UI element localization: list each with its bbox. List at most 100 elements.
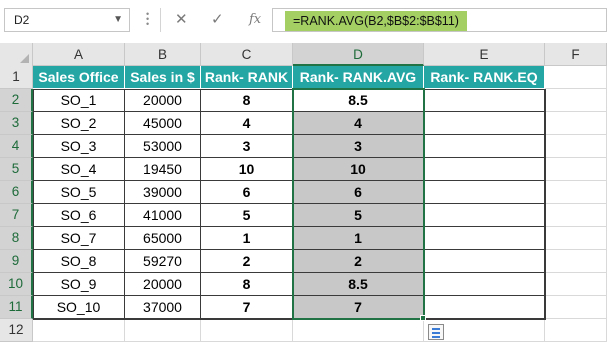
- table-header-cell[interactable]: Sales in $: [125, 66, 201, 89]
- fill-handle[interactable]: [420, 315, 426, 321]
- grid-cell[interactable]: [201, 319, 293, 342]
- table-cell[interactable]: [424, 89, 545, 112]
- table-cell[interactable]: [424, 250, 545, 273]
- row-header-11[interactable]: 11: [0, 296, 33, 319]
- table-cell[interactable]: SO_10: [33, 296, 125, 319]
- row-header-10[interactable]: 10: [0, 273, 33, 296]
- enter-icon[interactable]: ✓: [211, 10, 224, 30]
- table-cell[interactable]: 45000: [125, 112, 201, 135]
- grid-cell[interactable]: [545, 89, 607, 112]
- grid-cell[interactable]: [545, 135, 607, 158]
- table-cell[interactable]: SO_8: [33, 250, 125, 273]
- grid-cell[interactable]: [545, 112, 607, 135]
- table-cell[interactable]: SO_9: [33, 273, 125, 296]
- table-cell[interactable]: 8.5: [293, 273, 424, 296]
- table-cell[interactable]: 3: [293, 135, 424, 158]
- table-cell[interactable]: SO_5: [33, 181, 125, 204]
- insert-function-icon[interactable]: fx: [249, 10, 261, 30]
- grid-cell[interactable]: [545, 296, 607, 319]
- row-header-9[interactable]: 9: [0, 250, 33, 273]
- table-cell[interactable]: 53000: [125, 135, 201, 158]
- table-cell[interactable]: 5: [201, 204, 293, 227]
- table-cell[interactable]: 65000: [125, 227, 201, 250]
- table-cell[interactable]: [424, 273, 545, 296]
- quick-analysis-button[interactable]: [428, 324, 444, 340]
- grid-cell[interactable]: [545, 227, 607, 250]
- table-cell[interactable]: 4: [201, 112, 293, 135]
- column-header-b[interactable]: B: [125, 43, 201, 66]
- table-cell[interactable]: SO_2: [33, 112, 125, 135]
- table-cell[interactable]: 8: [201, 273, 293, 296]
- table-cell[interactable]: 4: [293, 112, 424, 135]
- table-cell[interactable]: 59270: [125, 250, 201, 273]
- formula-bar: D2 ▼ • • • ✕ ✓ fx =RANK.AVG(B2,$B$2:$B$11): [0, 0, 607, 40]
- grid-cell[interactable]: [545, 158, 607, 181]
- table-cell[interactable]: 7: [201, 296, 293, 319]
- table-cell[interactable]: 20000: [125, 89, 201, 112]
- table-cell[interactable]: 1: [293, 227, 424, 250]
- row-header-12[interactable]: 12: [0, 319, 33, 342]
- table-cell[interactable]: SO_7: [33, 227, 125, 250]
- column-header-a[interactable]: A: [33, 43, 125, 66]
- table-cell[interactable]: [424, 112, 545, 135]
- table-cell[interactable]: 6: [293, 181, 424, 204]
- table-cell[interactable]: SO_3: [33, 135, 125, 158]
- table-header-cell[interactable]: Rank- RANK.EQ: [424, 66, 545, 89]
- grid-cell[interactable]: [545, 204, 607, 227]
- table-header-cell[interactable]: Rank- RANK: [201, 66, 293, 89]
- table-cell[interactable]: [424, 158, 545, 181]
- cancel-icon[interactable]: ✕: [175, 10, 188, 30]
- row-header-2[interactable]: 2: [0, 89, 33, 112]
- drag-handle-icon[interactable]: • • •: [146, 10, 150, 29]
- table-cell[interactable]: 8.5: [293, 89, 424, 112]
- column-header-f[interactable]: F: [545, 43, 607, 66]
- table-cell[interactable]: 7: [293, 296, 424, 319]
- grid-cell[interactable]: [545, 273, 607, 296]
- table-cell[interactable]: 2: [201, 250, 293, 273]
- table-cell[interactable]: 10: [293, 158, 424, 181]
- column-header-c[interactable]: C: [201, 43, 293, 66]
- grid-cell[interactable]: [545, 181, 607, 204]
- row-header-8[interactable]: 8: [0, 227, 33, 250]
- grid-cell[interactable]: [293, 319, 424, 342]
- row-header-7[interactable]: 7: [0, 204, 33, 227]
- table-cell[interactable]: 6: [201, 181, 293, 204]
- table-cell[interactable]: 41000: [125, 204, 201, 227]
- table-cell[interactable]: 10: [201, 158, 293, 181]
- column-header-e[interactable]: E: [424, 43, 545, 66]
- table-cell[interactable]: [424, 204, 545, 227]
- row-header-6[interactable]: 6: [0, 181, 33, 204]
- table-cell[interactable]: [424, 296, 545, 319]
- row-header-1[interactable]: 1: [0, 66, 33, 89]
- table-cell[interactable]: 1: [201, 227, 293, 250]
- select-all-button[interactable]: [0, 43, 33, 66]
- row-header-3[interactable]: 3: [0, 112, 33, 135]
- table-cell[interactable]: SO_1: [33, 89, 125, 112]
- table-header-cell[interactable]: Sales Office: [33, 66, 125, 89]
- grid-cell[interactable]: [545, 250, 607, 273]
- table-cell[interactable]: 19450: [125, 158, 201, 181]
- table-cell[interactable]: 37000: [125, 296, 201, 319]
- table-header-cell[interactable]: Rank- RANK.AVG: [293, 66, 424, 89]
- table-cell[interactable]: [424, 181, 545, 204]
- table-cell[interactable]: 2: [293, 250, 424, 273]
- table-cell[interactable]: 39000: [125, 181, 201, 204]
- chevron-down-icon[interactable]: ▼: [113, 9, 123, 31]
- table-cell[interactable]: 5: [293, 204, 424, 227]
- column-header-d[interactable]: D: [293, 43, 424, 66]
- row-header-5[interactable]: 5: [0, 158, 33, 181]
- table-cell[interactable]: 8: [201, 89, 293, 112]
- grid-cell[interactable]: [125, 319, 201, 342]
- table-cell[interactable]: 3: [201, 135, 293, 158]
- table-cell[interactable]: 20000: [125, 273, 201, 296]
- table-cell[interactable]: [424, 135, 545, 158]
- table-cell[interactable]: [424, 227, 545, 250]
- table-cell[interactable]: SO_6: [33, 204, 125, 227]
- name-box[interactable]: D2 ▼: [4, 8, 130, 32]
- table-cell[interactable]: SO_4: [33, 158, 125, 181]
- grid-cell[interactable]: [33, 319, 125, 342]
- formula-input[interactable]: =RANK.AVG(B2,$B$2:$B$11): [272, 8, 607, 32]
- row-header-4[interactable]: 4: [0, 135, 33, 158]
- grid-cell[interactable]: [545, 66, 607, 89]
- grid-cell[interactable]: [545, 319, 607, 342]
